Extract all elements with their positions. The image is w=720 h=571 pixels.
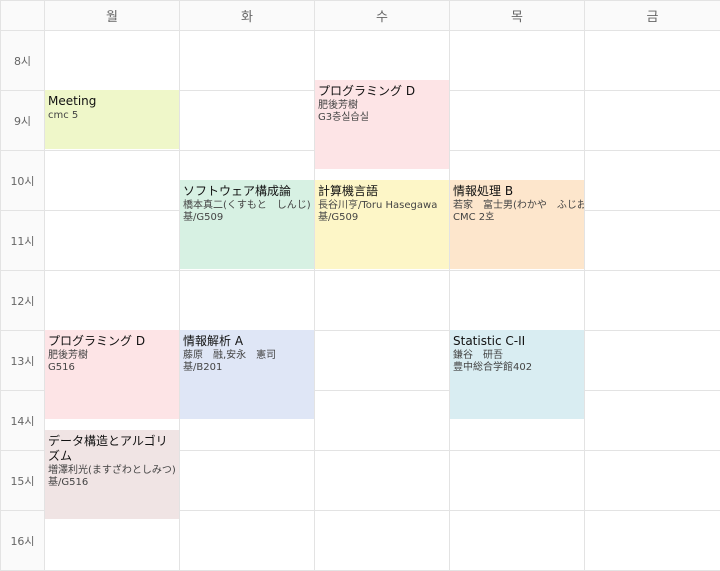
event-programming-d-mon[interactable]: プログラミング D 肥後芳樹 G516 <box>45 330 179 419</box>
hour-row: 16시 <box>1 511 720 571</box>
event-location: 基/B201 <box>183 362 311 374</box>
slot-cell[interactable] <box>45 211 180 271</box>
slot-cell[interactable] <box>585 91 720 151</box>
slot-cell[interactable] <box>585 31 720 91</box>
day-header-thu: 목 <box>450 1 585 31</box>
hour-label: 16시 <box>1 511 45 571</box>
day-header-mon: 월 <box>45 1 180 31</box>
event-software-architecture[interactable]: ソフトウェア構成論 橋本真二(くすもと しんじ) 基/G509 <box>180 180 314 269</box>
event-title: プログラミング D <box>318 84 446 99</box>
slot-cell[interactable] <box>585 511 720 571</box>
event-statistic-c2[interactable]: Statistic C-II 鎌谷 研吾 豊中総合学館402 <box>450 330 584 419</box>
event-location: 基/G509 <box>318 212 446 224</box>
event-instructor: 増澤利光(ますざわとしみつ) <box>48 465 176 477</box>
slot-cell[interactable] <box>585 391 720 451</box>
event-location: G3층실습실 <box>318 112 446 124</box>
slot-cell[interactable] <box>315 331 450 391</box>
slot-cell[interactable] <box>45 151 180 211</box>
event-info-analysis-a[interactable]: 情報解析 A 藤原 融,安永 憲司 基/B201 <box>180 330 314 419</box>
slot-cell[interactable] <box>585 331 720 391</box>
day-header-row: 월 화 수 목 금 <box>1 1 720 31</box>
timetable: 월 화 수 목 금 8시 9시 10시 11시 12시 13시 14시 15시 … <box>0 0 720 569</box>
event-location: G516 <box>48 362 176 374</box>
event-computer-languages[interactable]: 計算機言語 長谷川亨/Toru Hasegawa 基/G509 <box>315 180 449 269</box>
day-header-wed: 수 <box>315 1 450 31</box>
slot-cell[interactable] <box>180 451 315 511</box>
day-header-fri: 금 <box>585 1 720 31</box>
event-meeting[interactable]: Meeting cmc 5 <box>45 90 179 149</box>
event-instructor: 肥後芳樹 <box>48 350 176 362</box>
hour-label: 11시 <box>1 211 45 271</box>
event-title: Statistic C-II <box>453 334 581 349</box>
slot-cell[interactable] <box>315 391 450 451</box>
hour-label: 15시 <box>1 451 45 511</box>
event-info-processing-b[interactable]: 情報処理 B 若家 富士男(わかや ふじお CMC 2호 <box>450 180 584 269</box>
day-header-tue: 화 <box>180 1 315 31</box>
slot-cell[interactable] <box>45 511 180 571</box>
corner-cell <box>1 1 45 31</box>
slot-cell[interactable] <box>180 91 315 151</box>
event-title: 情報処理 B <box>453 184 581 199</box>
slot-cell[interactable] <box>450 91 585 151</box>
slot-cell[interactable] <box>585 211 720 271</box>
slot-cell[interactable] <box>450 31 585 91</box>
event-location: CMC 2호 <box>453 212 581 224</box>
hour-label: 10시 <box>1 151 45 211</box>
slot-cell[interactable] <box>450 511 585 571</box>
event-title: プログラミング D <box>48 334 176 349</box>
hour-label: 8시 <box>1 31 45 91</box>
slot-cell[interactable] <box>315 511 450 571</box>
event-location: 豊中総合学館402 <box>453 362 581 374</box>
event-instructor: 鎌谷 研吾 <box>453 350 581 362</box>
slot-cell[interactable] <box>180 511 315 571</box>
event-title: ソフトウェア構成論 <box>183 184 311 199</box>
slot-cell[interactable] <box>315 271 450 331</box>
slot-cell[interactable] <box>585 271 720 331</box>
hour-label: 9시 <box>1 91 45 151</box>
event-instructor: 藤原 融,安永 憲司 <box>183 350 311 362</box>
slot-cell[interactable] <box>450 271 585 331</box>
event-instructor: 橋本真二(くすもと しんじ) <box>183 200 311 212</box>
hour-label: 12시 <box>1 271 45 331</box>
slot-cell[interactable] <box>585 151 720 211</box>
event-data-structures[interactable]: データ構造とアルゴリズム 増澤利光(ますざわとしみつ) 基/G516 <box>45 430 179 519</box>
event-title: Meeting <box>48 94 176 109</box>
slot-cell[interactable] <box>45 271 180 331</box>
event-instructor: 肥後芳樹 <box>318 100 446 112</box>
hour-row: 12시 <box>1 271 720 331</box>
hour-label: 13시 <box>1 331 45 391</box>
event-location: 基/G516 <box>48 477 176 489</box>
event-title: 情報解析 A <box>183 334 311 349</box>
slot-cell[interactable] <box>315 451 450 511</box>
hour-label: 14시 <box>1 391 45 451</box>
event-location: cmc 5 <box>48 110 176 122</box>
slot-cell[interactable] <box>180 31 315 91</box>
event-title: 計算機言語 <box>318 184 446 199</box>
event-instructor: 若家 富士男(わかや ふじお <box>453 200 581 212</box>
slot-cell[interactable] <box>450 451 585 511</box>
slot-cell[interactable] <box>45 31 180 91</box>
event-title: データ構造とアルゴリズム <box>48 434 176 464</box>
event-location: 基/G509 <box>183 212 311 224</box>
event-programming-d-wed[interactable]: プログラミング D 肥後芳樹 G3층실습실 <box>315 80 449 169</box>
event-instructor: 長谷川亨/Toru Hasegawa <box>318 200 446 212</box>
slot-cell[interactable] <box>180 271 315 331</box>
slot-cell[interactable] <box>585 451 720 511</box>
